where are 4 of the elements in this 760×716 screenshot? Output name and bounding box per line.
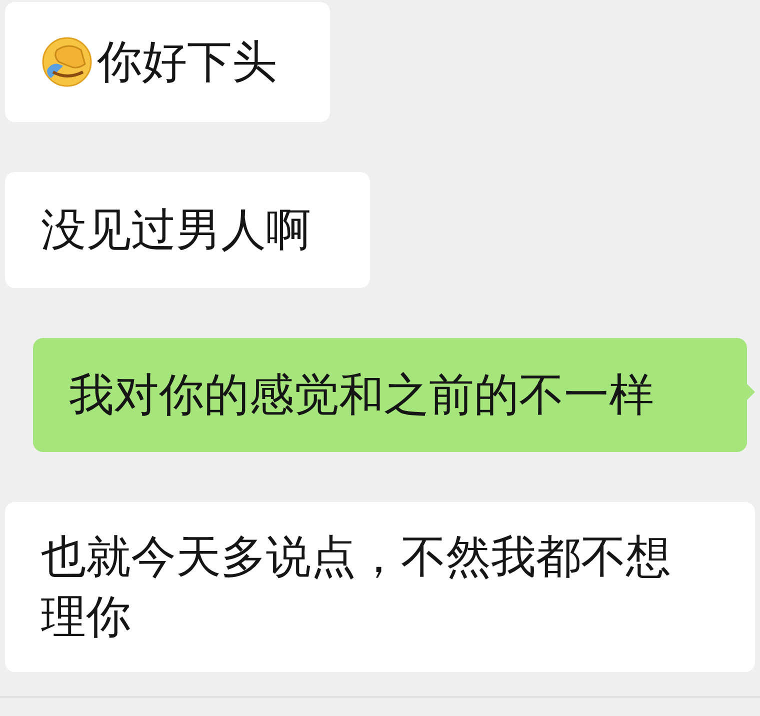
message-text: 你好下头 xyxy=(97,34,277,90)
message-text: 我对你的感觉和之前的不一样 xyxy=(69,367,654,423)
message-text: 也就今天多说点，不然我都不想理你 xyxy=(41,529,672,645)
message-text: 没见过男人啊 xyxy=(41,202,311,258)
